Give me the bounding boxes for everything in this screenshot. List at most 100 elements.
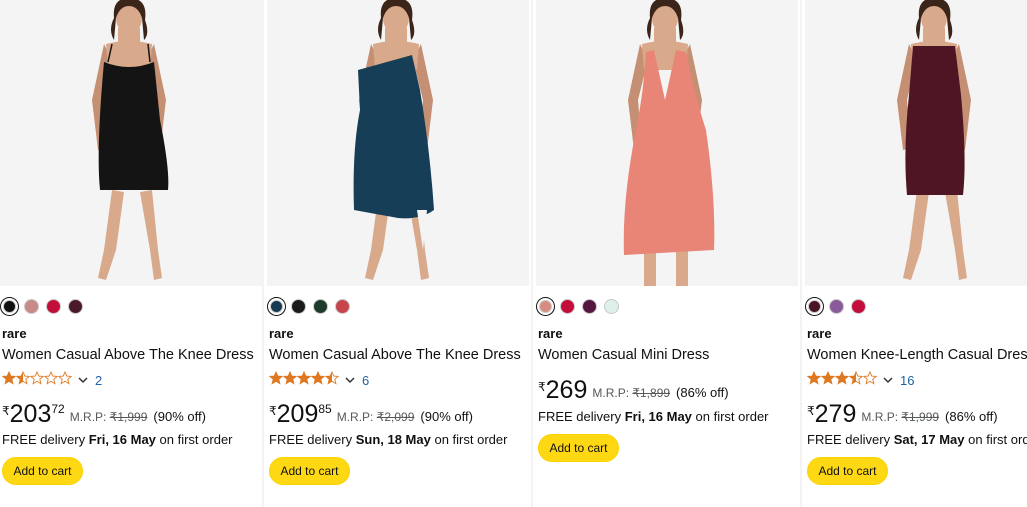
product-title-link[interactable]: Women Knee-Length Casual Dress (807, 346, 1027, 364)
rating-row[interactable]: 16 (806, 370, 914, 390)
currency-symbol: ₹ (538, 380, 546, 394)
product-image[interactable] (0, 0, 262, 286)
product-card[interactable]: rare Women Casual Above The Knee Dress 6… (267, 0, 529, 507)
price-row: ₹ 269 M.R.P: ₹1,899 (86% off) (538, 377, 729, 403)
delivery-suffix: on first order (434, 432, 508, 447)
chevron-down-icon[interactable] (344, 374, 356, 386)
color-swatches (2, 297, 83, 315)
product-title-link[interactable]: Women Casual Above The Knee Dress (2, 346, 254, 364)
mrp-value: ₹1,999 (901, 410, 940, 424)
delivery-info: FREE delivery Sun, 18 May on first order (269, 432, 507, 447)
color-swatch[interactable] (291, 298, 306, 314)
mrp: M.R.P: ₹2,099 (337, 410, 415, 424)
product-image[interactable] (267, 0, 529, 286)
color-swatch[interactable] (313, 298, 328, 314)
rating-count-link[interactable]: 2 (95, 373, 102, 388)
product-brand: rare (2, 326, 27, 341)
add-to-cart-button[interactable]: Add to cart (538, 434, 619, 462)
currency-symbol: ₹ (807, 404, 815, 418)
rating-row[interactable]: 2 (1, 370, 102, 390)
delivery-date: Fri, 16 May (624, 409, 692, 424)
add-to-cart-button[interactable]: Add to cart (269, 457, 350, 485)
price-fraction: 72 (51, 402, 65, 416)
star-icon (296, 370, 312, 390)
star-icon (268, 370, 284, 390)
delivery-prefix: FREE delivery (2, 432, 86, 447)
color-swatch[interactable] (68, 298, 83, 314)
product-image[interactable] (536, 0, 798, 286)
color-swatch[interactable] (46, 298, 61, 314)
currency-symbol: ₹ (269, 404, 277, 418)
price-row: ₹ 279 M.R.P: ₹1,999 (86% off) (807, 401, 998, 427)
discount-percent: (86% off) (676, 385, 729, 400)
delivery-date: Sat, 17 May (893, 432, 965, 447)
product-card[interactable]: rare Women Knee-Length Casual Dress 16 ₹… (805, 0, 1027, 507)
price-whole: 203 (9, 400, 52, 428)
delivery-suffix: on first order (968, 432, 1027, 447)
star-icon (820, 370, 836, 390)
rating-stars[interactable] (806, 370, 878, 390)
color-swatch[interactable] (829, 298, 844, 314)
delivery-suffix: on first order (159, 432, 233, 447)
price-row: ₹ 203 72 M.R.P: ₹1,999 (90% off) (2, 401, 206, 427)
star-icon (806, 370, 822, 390)
star-icon (848, 370, 864, 390)
delivery-suffix: on first order (695, 409, 769, 424)
add-to-cart-button[interactable]: Add to cart (2, 457, 83, 485)
star-icon (57, 370, 73, 390)
product-card[interactable]: rare Women Casual Mini Dress ₹ 269 M.R.P… (536, 0, 798, 507)
color-swatch[interactable] (335, 298, 350, 314)
currency-symbol: ₹ (2, 404, 10, 418)
price-row: ₹ 209 85 M.R.P: ₹2,099 (90% off) (269, 401, 473, 427)
mrp-label: M.R.P: (861, 410, 899, 424)
chevron-down-icon[interactable] (77, 374, 89, 386)
color-swatch[interactable] (539, 299, 552, 313)
color-swatch[interactable] (851, 298, 866, 314)
rating-count-link[interactable]: 6 (362, 373, 369, 388)
color-swatch[interactable] (808, 299, 821, 313)
color-swatch[interactable] (604, 298, 619, 314)
star-icon (29, 370, 45, 390)
rating-row[interactable]: 6 (268, 370, 369, 390)
card-divider (800, 0, 802, 507)
product-brand: rare (807, 326, 832, 341)
product-image[interactable] (805, 0, 1027, 286)
mrp: M.R.P: ₹1,999 (70, 410, 148, 424)
mrp: M.R.P: ₹1,899 (592, 386, 670, 400)
rating-count-link[interactable]: 16 (900, 373, 914, 388)
star-icon (862, 370, 878, 390)
mrp-label: M.R.P: (592, 386, 630, 400)
mrp: M.R.P: ₹1,999 (861, 410, 939, 424)
add-to-cart-button[interactable]: Add to cart (807, 457, 888, 485)
price-whole: 269 (545, 376, 588, 404)
color-swatches (538, 297, 619, 315)
delivery-prefix: FREE delivery (807, 432, 891, 447)
product-card[interactable]: rare Women Casual Above The Knee Dress 2… (0, 0, 262, 507)
star-icon (310, 370, 326, 390)
color-swatches (269, 297, 350, 315)
product-brand: rare (538, 326, 563, 341)
product-brand: rare (269, 326, 294, 341)
color-swatch[interactable] (3, 299, 16, 313)
discount-percent: (90% off) (420, 409, 473, 424)
delivery-prefix: FREE delivery (538, 409, 622, 424)
card-divider (262, 0, 264, 507)
product-title-link[interactable]: Women Casual Mini Dress (538, 346, 709, 364)
color-swatch[interactable] (270, 299, 283, 313)
star-icon (43, 370, 59, 390)
star-icon (15, 370, 31, 390)
product-title-link[interactable]: Women Casual Above The Knee Dress (269, 346, 521, 364)
star-icon (324, 370, 340, 390)
delivery-prefix: FREE delivery (269, 432, 353, 447)
mrp-value: ₹2,099 (376, 410, 415, 424)
rating-stars[interactable] (268, 370, 340, 390)
discount-percent: (86% off) (945, 409, 998, 424)
color-swatch[interactable] (582, 298, 597, 314)
chevron-down-icon[interactable] (882, 374, 894, 386)
star-icon (834, 370, 850, 390)
delivery-info: FREE delivery Sat, 17 May on first order (807, 432, 1027, 447)
color-swatch[interactable] (560, 298, 575, 314)
mrp-label: M.R.P: (69, 410, 107, 424)
color-swatch[interactable] (24, 298, 39, 314)
rating-stars[interactable] (1, 370, 73, 390)
